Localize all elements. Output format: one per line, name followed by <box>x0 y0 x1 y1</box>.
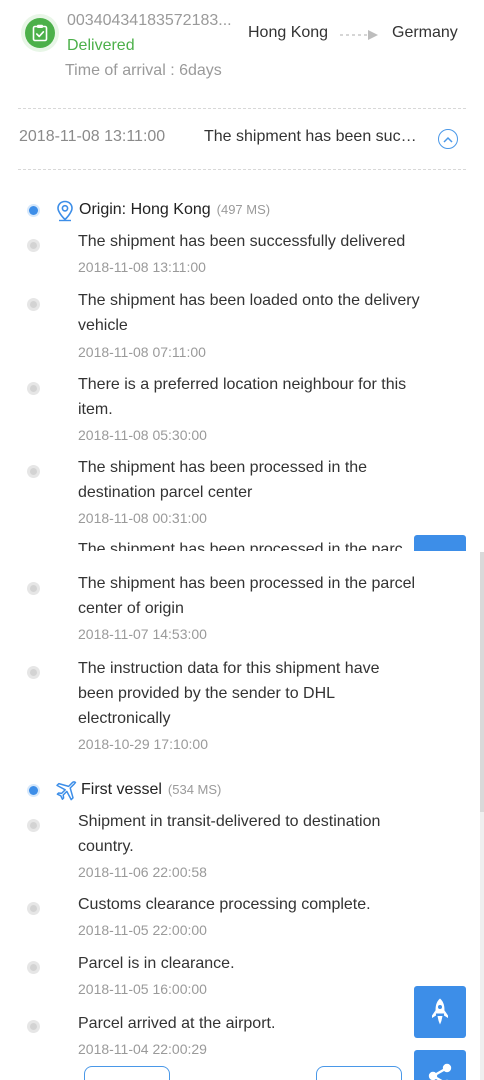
timeline-dot <box>27 298 40 311</box>
event-time: 2018-11-08 00:31:00 <box>78 510 207 526</box>
segment-duration: (534 MS) <box>167 782 222 797</box>
route-destination: Germany <box>392 24 458 41</box>
bottom-action-button-right[interactable] <box>316 1066 402 1080</box>
timeline-dot <box>27 582 40 595</box>
event-time: 2018-11-08 07:11:00 <box>78 344 206 360</box>
event-text: The instruction data for this shipment h… <box>78 660 380 727</box>
rocket-button[interactable] <box>414 986 466 1038</box>
event-time: 2018-11-08 05:30:00 <box>78 427 207 443</box>
segment-title: Origin: Hong Kong (497 MS) <box>79 201 270 219</box>
rocket-icon <box>432 998 448 1025</box>
event-time: 2018-11-04 22:00:29 <box>78 1041 207 1057</box>
overlapped-event-text: The shipment has been processed in the p… <box>78 541 403 551</box>
event-text: Customs clearance processing complete. <box>78 896 371 913</box>
timeline-dot <box>27 465 40 478</box>
delivered-status-icon <box>21 14 59 52</box>
segment-title-text: Origin: Hong Kong <box>79 201 211 218</box>
event-time: 2018-11-05 22:00:00 <box>78 922 207 938</box>
scrollbar[interactable] <box>480 552 484 1080</box>
route-origin: Hong Kong <box>248 24 329 41</box>
timeline-dot-active <box>27 784 40 797</box>
airplane-icon <box>56 781 77 801</box>
event-time: 2018-11-07 14:53:00 <box>78 626 207 642</box>
timeline-dot <box>27 1020 40 1033</box>
collapse-chevron-up-icon[interactable] <box>438 129 458 149</box>
event-text: The shipment has been processed in the d… <box>78 459 368 501</box>
summary-time: 2018-11-08 13:11:00 <box>19 128 166 145</box>
segment-duration: (497 MS) <box>216 202 271 217</box>
bottom-action-button-left[interactable] <box>84 1066 170 1080</box>
timeline-dot <box>27 382 40 395</box>
overlapped-fab <box>414 535 466 551</box>
event-text: The shipment has been successfully deliv… <box>78 233 406 250</box>
route-arrow-icon <box>340 30 378 40</box>
event-time: 2018-10-29 17:10:00 <box>78 736 208 752</box>
timeline-dot <box>27 666 40 679</box>
share-button[interactable] <box>414 1050 466 1080</box>
timeline-dot-active <box>27 204 40 217</box>
arrival-time: Time of arrival : 6days <box>65 62 222 79</box>
delivery-status: Delivered <box>67 37 135 54</box>
divider <box>18 169 466 170</box>
location-pin-icon <box>57 200 73 222</box>
event-text: The shipment has been processed in the p… <box>78 575 416 617</box>
tracking-number[interactable]: 00340434183572183... <box>67 12 242 30</box>
timeline-dot <box>27 239 40 252</box>
scrollbar-thumb[interactable] <box>480 552 484 812</box>
shipment-header: 00340434183572183... Delivered Time of a… <box>0 0 484 100</box>
timeline-dot <box>27 819 40 832</box>
summary-text: The shipment has been successfully deliv… <box>204 128 424 145</box>
event-time: 2018-11-06 22:00:58 <box>78 864 207 880</box>
event-time: 2018-11-08 13:11:00 <box>78 259 206 275</box>
event-text: There is a preferred location neighbour … <box>78 376 407 418</box>
event-text: Parcel arrived at the airport. <box>78 1015 276 1032</box>
timeline-dot <box>27 961 40 974</box>
divider <box>18 108 466 109</box>
event-time: 2018-11-05 16:00:00 <box>78 981 207 997</box>
event-text: Shipment in transit-delivered to destina… <box>78 813 381 855</box>
event-text: Parcel is in clearance. <box>78 955 235 972</box>
event-text: The shipment has been loaded onto the de… <box>78 292 420 334</box>
share-icon <box>428 1063 452 1080</box>
segment-title-text: First vessel <box>81 781 162 798</box>
timeline-dot <box>27 902 40 915</box>
segment-title: First vessel (534 MS) <box>81 781 221 799</box>
